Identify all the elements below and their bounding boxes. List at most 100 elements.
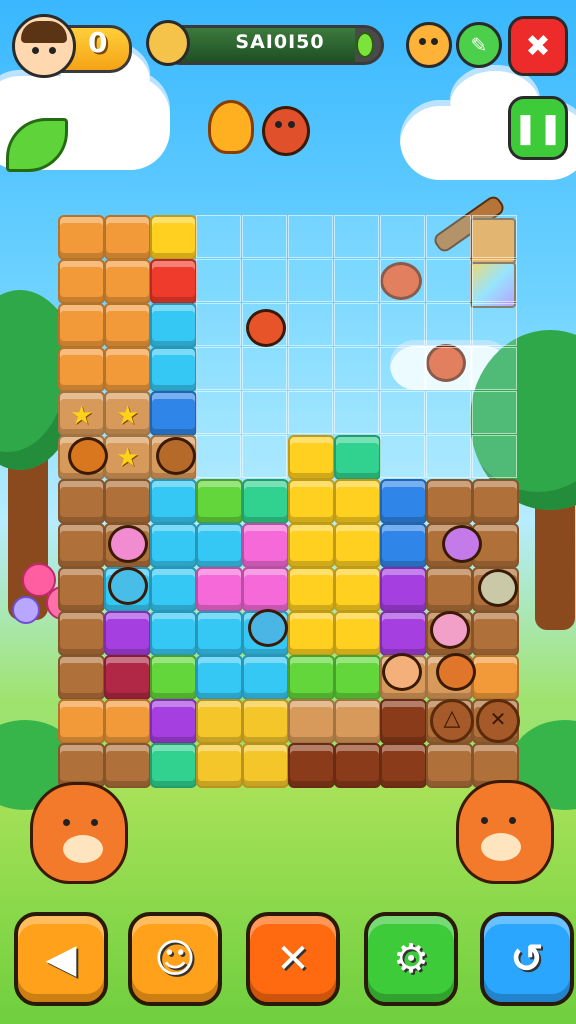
board-empty-cell[interactable] [380,435,425,478]
board-empty-cell[interactable] [196,259,241,302]
board-block[interactable] [58,567,105,612]
board-empty-cell[interactable] [426,215,471,258]
board-block[interactable] [334,435,381,480]
board-empty-cell[interactable] [426,259,471,302]
board-block[interactable] [104,655,151,700]
bear-face-icon[interactable] [406,22,452,68]
ghost-button[interactable]: ☺ [128,912,222,1006]
board-block[interactable] [150,611,197,656]
board-block[interactable] [380,479,427,524]
board-block[interactable] [196,523,243,568]
pencil-icon[interactable]: ✎ [456,22,502,68]
board-empty-cell[interactable] [472,215,517,258]
board-block[interactable] [58,523,105,568]
board-block[interactable] [334,655,381,700]
board-block[interactable] [426,479,473,524]
board-block[interactable] [104,347,151,392]
board-block[interactable] [150,655,197,700]
board-block[interactable] [334,523,381,568]
board-empty-cell[interactable] [196,435,241,478]
board-block[interactable] [104,743,151,788]
board-empty-cell[interactable] [380,391,425,434]
board-empty-cell[interactable] [288,259,333,302]
board-empty-cell[interactable] [472,435,517,478]
board-block[interactable] [104,699,151,744]
board-empty-cell[interactable] [426,435,471,478]
board-block[interactable] [104,479,151,524]
board-empty-cell[interactable] [196,303,241,346]
board-block[interactable] [150,259,197,304]
board-block[interactable] [150,391,197,436]
board-empty-cell[interactable] [380,215,425,258]
board-empty-cell[interactable] [334,347,379,390]
board-empty-cell[interactable] [288,215,333,258]
board-block[interactable] [334,743,381,788]
board-block[interactable] [242,699,289,744]
board-empty-cell[interactable] [334,259,379,302]
board-empty-cell[interactable] [196,391,241,434]
player-avatar-icon[interactable] [12,14,76,78]
board-block[interactable] [288,435,335,480]
board-block[interactable] [104,303,151,348]
board-block[interactable] [104,215,151,260]
board-block[interactable] [58,611,105,656]
board-block[interactable] [380,523,427,568]
board-block[interactable] [380,567,427,612]
board-empty-cell[interactable] [288,347,333,390]
board-empty-cell[interactable] [196,347,241,390]
board-block[interactable] [58,303,105,348]
board-block[interactable] [196,743,243,788]
board-empty-cell[interactable] [288,303,333,346]
board-block[interactable] [104,611,151,656]
board-empty-cell[interactable] [242,215,287,258]
pause-icon[interactable]: ❚❚ [508,96,568,160]
board-block[interactable] [58,259,105,304]
board-empty-cell[interactable] [334,391,379,434]
board-block[interactable] [58,655,105,700]
board-block[interactable] [288,743,335,788]
board-empty-cell[interactable] [334,303,379,346]
board-block[interactable] [58,347,105,392]
board-block[interactable] [196,611,243,656]
board-block[interactable] [242,743,289,788]
board-block[interactable] [150,699,197,744]
board-block[interactable] [58,215,105,260]
board-block[interactable] [196,479,243,524]
board-block[interactable] [380,611,427,656]
board-empty-cell[interactable] [242,347,287,390]
board-block[interactable] [196,655,243,700]
board-block[interactable] [150,215,197,260]
board-block[interactable] [334,611,381,656]
board-block[interactable] [58,699,105,744]
settings-button[interactable]: ⚙ [364,912,458,1006]
back-button[interactable]: ◀ [14,912,108,1006]
board-block[interactable] [426,743,473,788]
board-empty-cell[interactable] [426,391,471,434]
board-empty-cell[interactable] [426,303,471,346]
board-empty-cell[interactable] [242,391,287,434]
board-block[interactable] [242,479,289,524]
board-block[interactable] [150,523,197,568]
board-block[interactable] [472,479,519,524]
cancel-button[interactable]: ✕ [246,912,340,1006]
board-empty-cell[interactable] [472,259,517,302]
board-block[interactable] [196,567,243,612]
undo-button[interactable]: ↺ [480,912,574,1006]
board-block[interactable] [58,479,105,524]
board-block[interactable] [288,611,335,656]
game-board[interactable]: ★ ★ ★ △ ✕ [58,215,522,789]
board-empty-cell[interactable] [472,303,517,346]
board-block[interactable] [288,699,335,744]
board-block[interactable] [196,699,243,744]
board-empty-cell[interactable] [334,215,379,258]
board-block[interactable] [242,655,289,700]
board-empty-cell[interactable] [196,215,241,258]
board-block[interactable] [288,523,335,568]
board-empty-cell[interactable] [472,347,517,390]
board-empty-cell[interactable] [380,303,425,346]
board-block[interactable] [242,567,289,612]
board-block[interactable] [472,655,519,700]
board-block[interactable] [472,611,519,656]
board-empty-cell[interactable] [242,259,287,302]
board-empty-cell[interactable] [380,259,425,302]
